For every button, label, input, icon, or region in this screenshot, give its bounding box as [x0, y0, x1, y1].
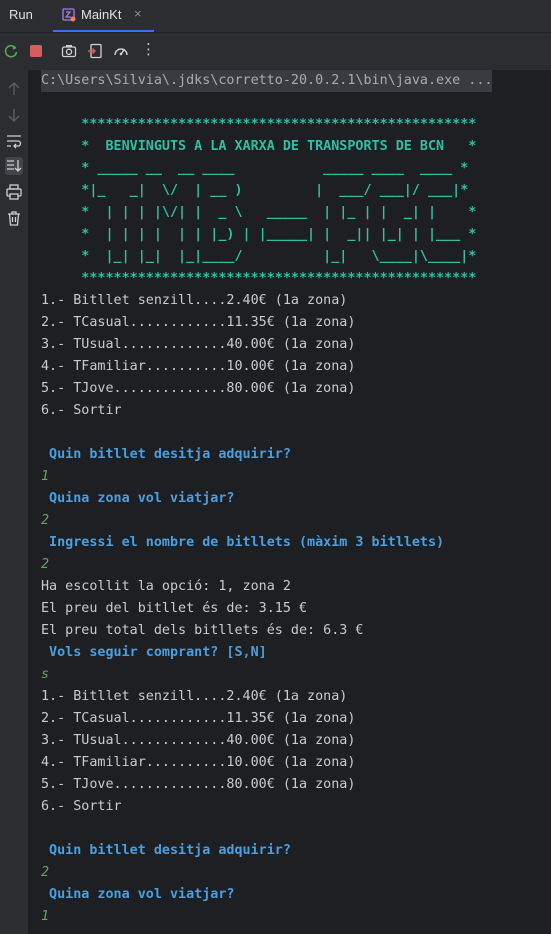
stop-icon[interactable]	[28, 43, 44, 59]
banner-line: * | | | | | | |_) | |_____| | _|| |_| | …	[41, 227, 477, 242]
run-toolbar: ⋮	[0, 33, 551, 70]
output-line: 6.- Sortir	[41, 403, 122, 418]
output-line: 2.- TCasual............11.35€ (1a zona)	[41, 711, 356, 726]
banner-line: ****************************************…	[41, 271, 477, 286]
user-input-line: 1	[41, 909, 50, 924]
output-line: Ha escollit la opció: 1, zona 2	[41, 579, 291, 594]
output-line: 5.- TJove..............80.00€ (1a zona)	[41, 777, 356, 792]
exit-icon[interactable]	[87, 43, 103, 59]
arrow-down-icon[interactable]	[5, 106, 23, 124]
user-input-line: 2	[41, 865, 50, 880]
arrow-up-icon[interactable]	[5, 80, 23, 98]
banner-line: *|_ _| \/ | __ ) | ___/ ___|/ ___|*	[41, 183, 469, 198]
output-line: 4.- TFamiliar..........10.00€ (1a zona)	[41, 755, 356, 770]
user-input-line: s	[41, 667, 50, 682]
output-line: El preu del bitllet és de: 3.15 €	[41, 601, 308, 616]
prompt-line: Ingressi el nombre de bitllets (màxim 3 …	[41, 535, 445, 550]
user-input-line: 2	[41, 513, 50, 528]
rerun-icon[interactable]	[3, 43, 19, 59]
banner-line: * BENVINGUTS A LA XARXA DE TRANSPORTS DE…	[41, 139, 477, 154]
tab-mainkt[interactable]: MainKt ×	[53, 0, 154, 32]
console-side-toolbar	[0, 70, 28, 934]
prompt-line: Vols seguir comprant? [S,N]	[41, 645, 267, 660]
output-line: El preu total dels bitllets és de: 6.3 €	[41, 623, 364, 638]
trash-icon[interactable]	[5, 209, 23, 227]
user-input-line: 1	[41, 469, 50, 484]
output-line: 6.- Sortir	[41, 799, 122, 814]
soft-wrap-icon[interactable]	[5, 132, 23, 150]
profiler-icon[interactable]	[113, 43, 129, 59]
prompt-line: Quin bitllet desitja adquirir?	[41, 447, 291, 462]
banner-line: * _____ __ __ ____ _____ ____ ____ *	[41, 161, 469, 176]
output-line: 3.- TUsual.............40.00€ (1a zona)	[41, 337, 356, 352]
kotlin-run-config-icon	[62, 8, 76, 22]
scroll-to-end-icon[interactable]	[5, 157, 23, 175]
banner-line: ****************************************…	[41, 117, 477, 132]
prompt-line: Quina zona vol viatjar?	[41, 491, 235, 506]
console-output[interactable]: C:\Users\Silvia\.jdks\corretto-20.0.2.1\…	[28, 70, 551, 934]
banner-line: * |_| |_| |_|____/ |_| \____|\____|*	[41, 249, 477, 264]
command-line: C:\Users\Silvia\.jdks\corretto-20.0.2.1\…	[41, 70, 493, 92]
output-line: 3.- TUsual.............40.00€ (1a zona)	[41, 733, 356, 748]
print-icon[interactable]	[5, 183, 23, 201]
prompt-line: Quina zona vol viatjar?	[41, 887, 235, 902]
tool-window-header: Run MainKt ×	[0, 0, 551, 33]
more-icon[interactable]: ⋮	[141, 40, 157, 58]
output-line: 2.- TCasual............11.35€ (1a zona)	[41, 315, 356, 330]
output-line: 1.- Bitllet senzill....2.40€ (1a zona)	[41, 293, 348, 308]
output-line: 1.- Bitllet senzill....2.40€ (1a zona)	[41, 689, 348, 704]
banner-line: * | | | |\/| | _ \ _____ | |_ | | _| | *	[41, 205, 477, 220]
output-line: 4.- TFamiliar..........10.00€ (1a zona)	[41, 359, 356, 374]
user-input-line: 2	[41, 557, 50, 572]
output-line: 5.- TJove..............80.00€ (1a zona)	[41, 381, 356, 396]
run-tool-window-title: Run	[9, 7, 33, 22]
camera-icon[interactable]	[61, 43, 77, 59]
tab-label: MainKt	[81, 7, 122, 22]
close-icon[interactable]: ×	[134, 6, 142, 21]
prompt-line: Quin bitllet desitja adquirir?	[41, 843, 291, 858]
